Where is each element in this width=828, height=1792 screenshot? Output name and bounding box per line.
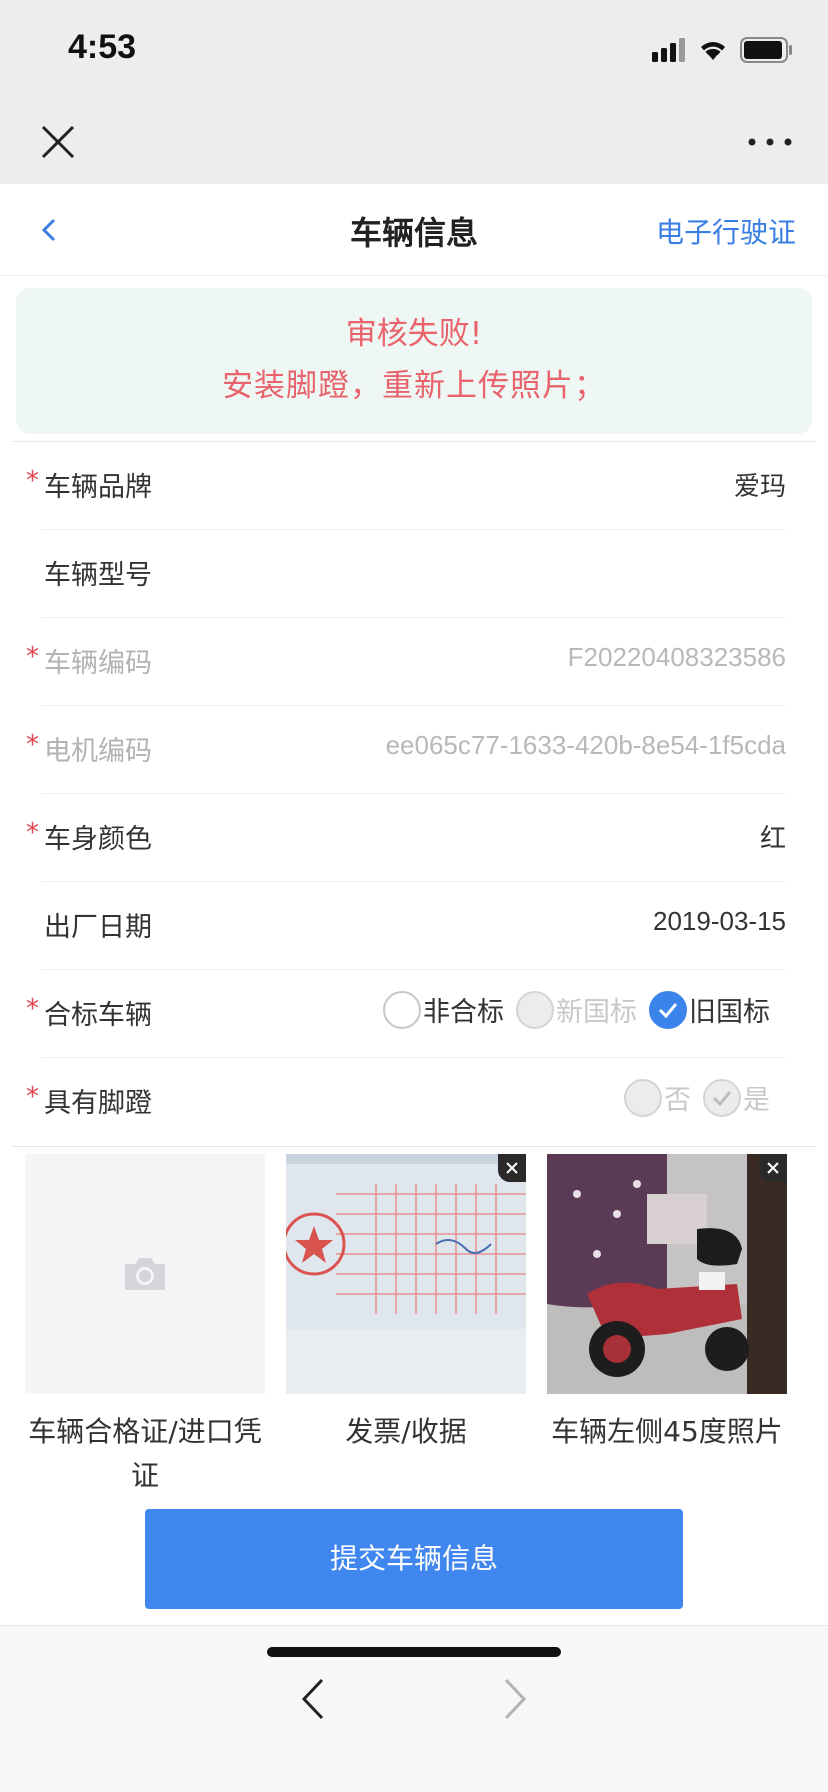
radio-no[interactable]: 否	[624, 1078, 691, 1117]
left-45-thumbnail[interactable]	[547, 1154, 787, 1394]
motor-code-row: * 电机编码 ee065c77-1633-420b-8e54-1f5cda	[26, 706, 786, 794]
submit-vehicle-button[interactable]: 提交车辆信息	[145, 1509, 683, 1609]
radio-label: 新国标	[556, 997, 637, 1028]
required-mark: *	[26, 818, 39, 848]
chevron-left-icon[interactable]	[298, 1676, 328, 1722]
nav-bar: 车辆信息 电子行驶证	[0, 184, 828, 276]
scooter-photo-image	[547, 1154, 787, 1394]
compliance-radio-group: 非合标 新国标 旧国标	[383, 990, 770, 1029]
invoice-thumbnail[interactable]	[286, 1154, 526, 1394]
required-mark: *	[26, 994, 39, 1024]
radio-circle	[516, 990, 554, 1029]
close-icon[interactable]	[38, 122, 78, 162]
brand-value: 爱玛	[733, 472, 786, 502]
status-time: 4:53	[68, 28, 137, 66]
photo-invoice: 发票/收据	[286, 1154, 526, 1454]
wifi-icon	[701, 42, 725, 60]
photo-left-45: 车辆左侧45度照片	[547, 1154, 787, 1454]
manufacture-date-value: 2019-03-15	[653, 906, 786, 936]
more-icon[interactable]	[744, 124, 796, 160]
compliance-row: * 合标车辆 非合标 新国标 旧国标	[26, 970, 786, 1058]
required-mark: *	[26, 466, 39, 496]
required-mark: *	[26, 1082, 39, 1112]
upload-certificate-button[interactable]	[25, 1154, 265, 1394]
home-indicator	[267, 1647, 561, 1657]
camera-icon	[125, 1258, 165, 1290]
close-icon	[506, 1162, 518, 1174]
color-label: 车身颜色	[44, 824, 152, 855]
review-failed-alert: 审核失败! 安装脚蹬，重新上传照片；	[16, 288, 812, 434]
brand-row[interactable]: * 车辆品牌 爱玛	[26, 442, 786, 530]
radio-circle	[624, 1078, 662, 1117]
model-label: 车辆型号	[44, 560, 152, 591]
color-row[interactable]: * 车身颜色 红	[26, 794, 786, 882]
radio-label: 非合标	[423, 997, 504, 1028]
photo-certificate: 车辆合格证/进口凭证	[25, 1154, 265, 1498]
close-icon	[767, 1162, 779, 1174]
pedals-row: * 具有脚蹬 否 是	[26, 1058, 786, 1146]
e-license-link[interactable]: 电子行驶证	[656, 211, 796, 251]
motor-code-label: 电机编码	[44, 736, 152, 767]
radio-new-standard[interactable]: 新国标	[516, 990, 637, 1029]
status-bar: 4:53	[0, 0, 828, 100]
photo-uploads: 车辆合格证/进口凭证 发票/收据 车辆左侧45度照片	[0, 1154, 828, 1494]
pedals-label: 具有脚蹬	[44, 1088, 152, 1119]
vehicle-code-label: 车辆编码	[44, 648, 152, 679]
color-value: 红	[759, 824, 786, 854]
radio-old-standard[interactable]: 旧国标	[649, 990, 770, 1029]
status-icons	[652, 34, 794, 66]
model-row[interactable]: 车辆型号	[42, 530, 786, 618]
battery-icon	[740, 37, 792, 63]
radio-non-compliant[interactable]: 非合标	[383, 990, 504, 1029]
check-icon	[703, 1078, 741, 1117]
vehicle-code-row: * 车辆编码 F20220408323586	[26, 618, 786, 706]
manufacture-date-row[interactable]: 出厂日期 2019-03-15	[42, 882, 786, 970]
delete-photo-button[interactable]	[498, 1154, 526, 1182]
required-mark: *	[26, 730, 39, 760]
motor-code-value: ee065c77-1633-420b-8e54-1f5cda	[385, 730, 786, 760]
required-mark: *	[26, 642, 39, 672]
radio-circle	[383, 990, 421, 1029]
brand-label: 车辆品牌	[44, 472, 152, 503]
photo-label: 车辆合格证/进口凭证	[28, 1415, 262, 1492]
alert-title: 审核失败!	[345, 316, 483, 352]
chevron-right-icon[interactable]	[500, 1676, 530, 1722]
radio-label: 旧国标	[689, 997, 770, 1028]
radio-yes[interactable]: 是	[703, 1078, 770, 1117]
pedals-radio-group: 否 是	[624, 1078, 770, 1117]
photo-label: 发票/收据	[345, 1415, 467, 1448]
webview-header	[0, 100, 828, 184]
signal-icon	[652, 38, 685, 62]
alert-message: 安装脚蹬，重新上传照片；	[222, 368, 606, 404]
radio-label: 是	[743, 1085, 770, 1116]
photo-label: 车辆左侧45度照片	[551, 1415, 783, 1448]
vehicle-code-value: F20220408323586	[567, 642, 786, 672]
divider	[12, 1146, 816, 1147]
radio-checked-icon	[649, 990, 687, 1029]
delete-photo-button[interactable]	[759, 1154, 787, 1182]
radio-label: 否	[664, 1085, 691, 1116]
compliance-label: 合标车辆	[44, 1000, 152, 1031]
invoice-photo-image	[286, 1154, 526, 1394]
vehicle-form: * 车辆品牌 爱玛 车辆型号 * 车辆编码 F20220408323586 * …	[0, 442, 828, 1147]
manufacture-date-label: 出厂日期	[44, 912, 152, 943]
